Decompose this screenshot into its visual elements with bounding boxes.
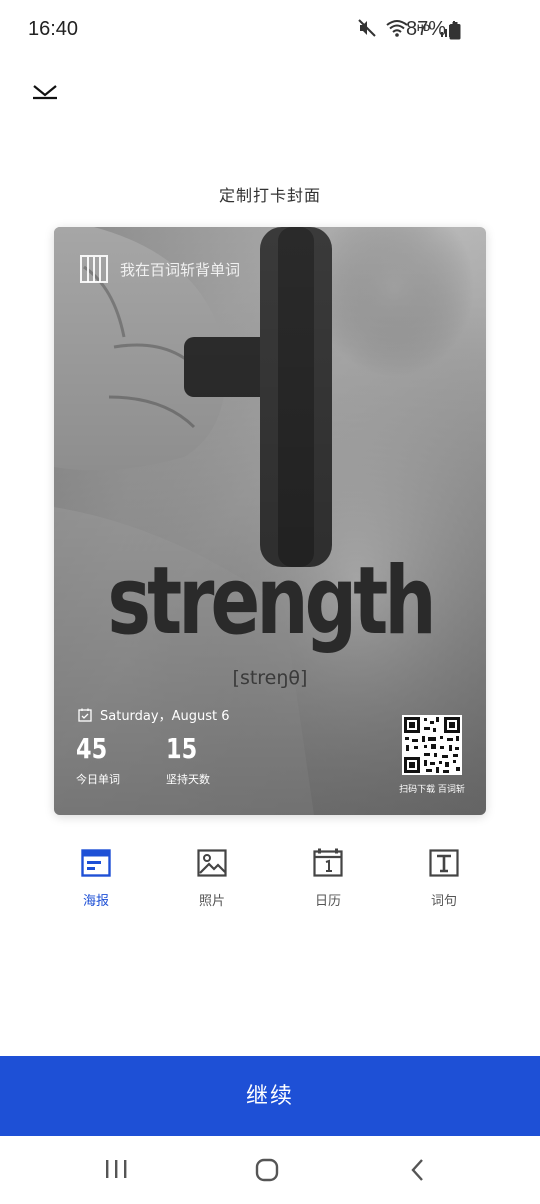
stat-streak-days: 15 坚持天数 [166,732,210,787]
poster-preview[interactable]: 我在百词斩背单词 strength [streŋθ] Saturday，Augu… [54,227,486,815]
stat-label: 今日单词 [76,773,120,786]
stat-label: 坚持天数 [166,773,210,786]
poster-icon [81,849,111,877]
status-time: 16:40 [28,18,79,40]
date-row: Saturday，August 6 [78,705,229,724]
tab-label: 词句 [430,894,457,909]
stat-value: 15 [166,732,198,765]
poster-phonetic: [streŋθ] [232,667,308,689]
tab-sentence[interactable]: 词句 [399,848,489,909]
home-icon [255,1158,279,1182]
home-button[interactable] [255,1158,279,1186]
back-button[interactable] [408,1158,428,1186]
cover-style-tabs: 海报 照片 日历 词句 [0,848,540,918]
tab-label: 日历 [314,894,341,909]
poster-date: Saturday，August 6 [100,709,230,724]
qr-caption: 扫码下载 百词斩 [399,785,465,795]
text-icon [429,849,459,877]
brand-row: 我在百词斩背单词 [80,255,240,283]
mute-icon [358,19,376,37]
battery-percent: 87% [406,18,447,40]
tab-label: 照片 [198,894,225,909]
calendar-check-icon [78,708,92,722]
tab-calendar[interactable]: 日历 [283,848,373,909]
close-button[interactable] [28,76,62,106]
calendar-icon [313,848,343,877]
poster-word: strength [107,547,436,656]
tab-photo[interactable]: 照片 [167,848,257,909]
recent-apps-icon [106,1160,127,1178]
recent-apps-button[interactable] [104,1158,128,1184]
image-icon [197,849,227,877]
stat-words-today: 45 今日单词 [76,732,120,787]
tab-poster[interactable]: 海报 [51,848,141,909]
tab-label: 海报 [82,894,109,909]
status-bar: 16:40 HD 87% [0,0,540,60]
brand-text: 我在百词斩背单词 [120,260,241,279]
page-title: 定制打卡封面 [218,186,321,205]
chevron-down-icon [33,85,57,100]
brand-logo-icon [80,255,108,283]
continue-button[interactable]: 继续 [0,1056,540,1136]
system-nav-bar [0,1136,540,1204]
back-icon [411,1159,423,1181]
stat-value: 45 [76,732,108,765]
qr-code [402,715,462,775]
battery-icon [449,22,461,40]
